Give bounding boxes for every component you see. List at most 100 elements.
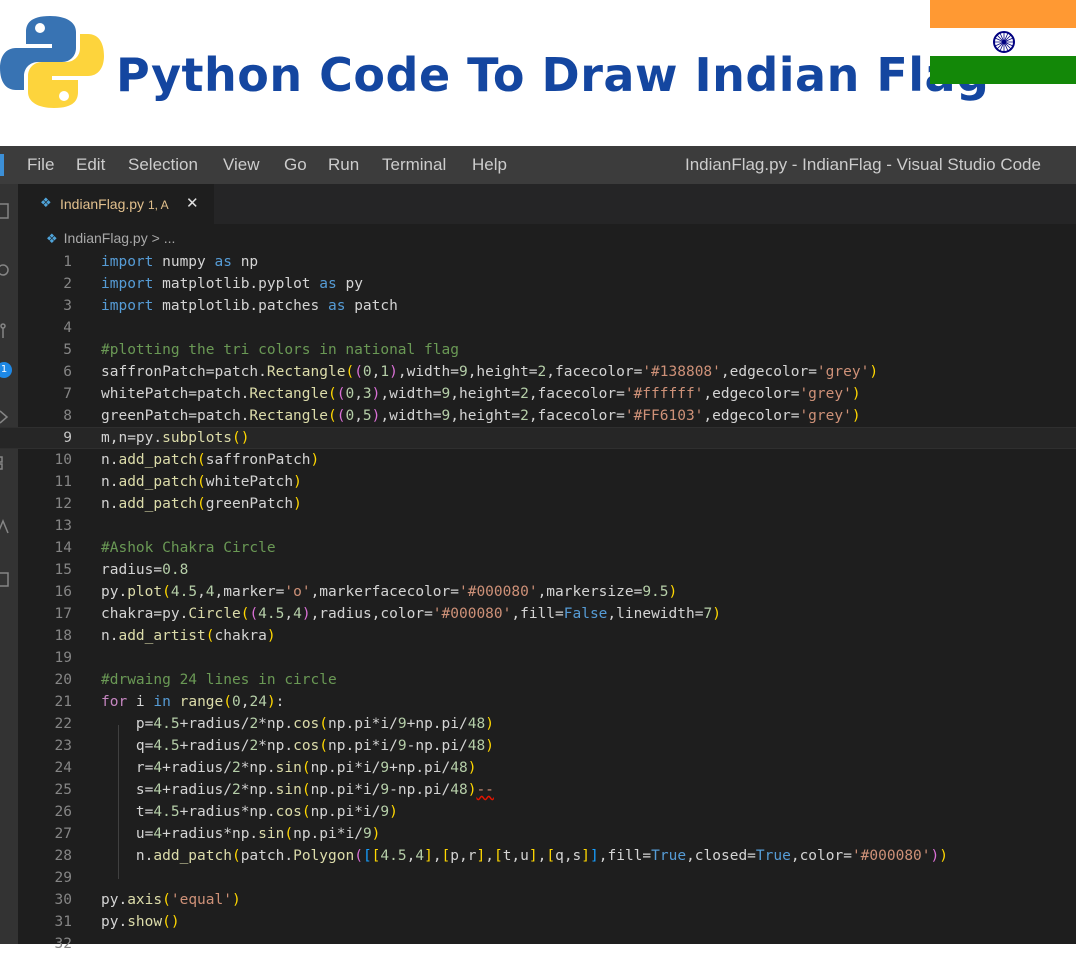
code-text: saffronPatch=patch.Rectangle((0,1),width… [101, 364, 879, 380]
line-number: 15 [54, 562, 72, 578]
code-line[interactable]: 25 s=4+radius/2*np.sin(np.pi*i/9-np.pi/4… [0, 779, 1076, 801]
code-line[interactable]: 15 radius=0.8 [0, 559, 1076, 581]
code-line[interactable]: 7 whitePatch=patch.Rectangle((0,3),width=… [0, 383, 1076, 405]
code-line[interactable]: 10 n.add_patch(saffronPatch) [0, 449, 1076, 471]
line-number: 24 [54, 760, 72, 776]
code-line[interactable]: 6 saffronPatch=patch.Rectangle((0,1),widt… [0, 361, 1076, 383]
code-line[interactable]: 30 py.axis('equal') [0, 889, 1076, 911]
code-text: greenPatch=patch.Rectangle((0,5),width=9… [101, 408, 861, 424]
code-line[interactable]: 28 n.add_patch(patch.Polygon([[4.5,4],[p… [0, 845, 1076, 867]
ashoka-chakra-icon [993, 31, 1015, 53]
line-number: 8 [63, 408, 72, 424]
line-number: 1 [63, 254, 72, 270]
vscode-logo-icon [0, 154, 4, 176]
code-line[interactable]: 13 [0, 515, 1076, 537]
menu-bar: File Edit Selection View Go Run Terminal… [0, 146, 1076, 184]
code-line[interactable]: 12 n.add_patch(greenPatch) [0, 493, 1076, 515]
line-number: 30 [54, 892, 72, 908]
breadcrumb-separator: > [151, 230, 160, 246]
code-text: n.add_patch(saffronPatch) [101, 452, 320, 468]
line-number: 23 [54, 738, 72, 754]
code-text: n.add_artist(chakra) [101, 628, 276, 644]
code-text: import numpy as np [101, 254, 259, 270]
line-number: 14 [54, 540, 72, 556]
code-line[interactable]: 19 [0, 647, 1076, 669]
menu-edit[interactable]: Edit [76, 155, 105, 175]
code-text: py.axis('equal') [101, 892, 241, 908]
menu-file[interactable]: File [27, 155, 54, 175]
code-text: t=4.5+radius*np.cos(np.pi*i/9) [101, 804, 398, 820]
line-number: 19 [54, 650, 72, 666]
code-line[interactable]: 27 u=4+radius*np.sin(np.pi*i/9) [0, 823, 1076, 845]
line-number: 5 [63, 342, 72, 358]
tab-label: IndianFlag.py 1, A [60, 196, 169, 212]
line-number: 6 [63, 364, 72, 380]
code-line[interactable]: 21 for i in range(0,24): [0, 691, 1076, 713]
code-text: #plotting the tri colors in national fla… [101, 342, 459, 358]
line-number: 22 [54, 716, 72, 732]
code-line[interactable]: 26 t=4.5+radius*np.cos(np.pi*i/9) [0, 801, 1076, 823]
window-title: IndianFlag.py - IndianFlag - Visual Stud… [685, 155, 1041, 174]
tab-status: 1, A [147, 198, 169, 212]
code-line[interactable]: 23 q=4.5+radius/2*np.cos(np.pi*i/9-np.pi… [0, 735, 1076, 757]
line-number: 29 [54, 870, 72, 886]
code-line[interactable]: 29 [0, 867, 1076, 889]
code-line[interactable]: 18 n.add_artist(chakra) [0, 625, 1076, 647]
code-line[interactable]: 16 py.plot(4.5,4,marker='o',markerfacecol… [0, 581, 1076, 603]
menu-terminal[interactable]: Terminal [382, 155, 446, 175]
line-number: 25 [54, 782, 72, 798]
line-number: 32 [54, 936, 72, 952]
line-number: 11 [54, 474, 72, 490]
menu-view[interactable]: View [223, 155, 260, 175]
close-icon[interactable]: ✕ [186, 194, 199, 212]
line-number: 31 [54, 914, 72, 930]
code-line[interactable]: 5 #plotting the tri colors in national fl… [0, 339, 1076, 361]
tab-bar: ❖ IndianFlag.py 1, A ✕ [18, 184, 1076, 224]
menu-selection[interactable]: Selection [128, 155, 198, 175]
line-number: 9 [63, 430, 72, 446]
menu-go[interactable]: Go [284, 155, 307, 175]
breadcrumb-file[interactable]: IndianFlag.py [64, 230, 148, 246]
line-number: 10 [54, 452, 72, 468]
code-text: p=4.5+radius/2*np.cos(np.pi*i/9+np.pi/48… [101, 716, 494, 732]
code-text: import matplotlib.patches as patch [101, 298, 398, 314]
code-line[interactable]: 1 import numpy as np [0, 251, 1076, 273]
code-line[interactable]: 31 py.show() [0, 911, 1076, 933]
code-line[interactable]: 2 import matplotlib.pyplot as py [0, 273, 1076, 295]
code-line[interactable]: 9 m,n=py.subplots() [0, 427, 1076, 449]
line-number: 20 [54, 672, 72, 688]
code-line[interactable]: 22 p=4.5+radius/2*np.cos(np.pi*i/9+np.pi… [0, 713, 1076, 735]
code-text: chakra=py.Circle((4.5,4),radius,color='#… [101, 606, 721, 622]
tab-filename: IndianFlag.py [60, 196, 145, 212]
line-number: 18 [54, 628, 72, 644]
python-file-icon: ❖ [46, 231, 58, 246]
code-text: r=4+radius/2*np.sin(np.pi*i/9+np.pi/48) [101, 760, 477, 776]
vscode-window: File Edit Selection View Go Run Terminal… [0, 146, 1076, 952]
indian-flag-image [930, 0, 1076, 84]
flag-white-band [930, 28, 1076, 56]
menu-run[interactable]: Run [328, 155, 359, 175]
page-title: Python Code To Draw Indian Flag [116, 48, 990, 102]
code-line[interactable]: 20 #drwaing 24 lines in circle [0, 669, 1076, 691]
line-number: 4 [63, 320, 72, 336]
flag-saffron-band [930, 0, 1076, 28]
python-logo [0, 16, 104, 108]
banner: Python Code To Draw Indian Flag [0, 0, 1076, 146]
menu-help[interactable]: Help [472, 155, 507, 175]
line-number: 3 [63, 298, 72, 314]
python-file-icon: ❖ [40, 195, 52, 210]
line-number: 16 [54, 584, 72, 600]
code-line[interactable]: 3 import matplotlib.patches as patch [0, 295, 1076, 317]
breadcrumb-more[interactable]: ... [164, 230, 176, 246]
code-line[interactable]: 4 [0, 317, 1076, 339]
code-line[interactable]: 14 #Ashok Chakra Circle [0, 537, 1076, 559]
explorer-icon[interactable] [0, 202, 12, 220]
tab-indianflag-py[interactable]: ❖ IndianFlag.py 1, A ✕ [18, 184, 214, 224]
code-line[interactable]: 32 [0, 933, 1076, 955]
code-line[interactable]: 8 greenPatch=patch.Rectangle((0,5),width=… [0, 405, 1076, 427]
code-line[interactable]: 24 r=4+radius/2*np.sin(np.pi*i/9+np.pi/4… [0, 757, 1076, 779]
code-line[interactable]: 17 chakra=py.Circle((4.5,4),radius,color=… [0, 603, 1076, 625]
code-text: n.add_patch(patch.Polygon([[4.5,4],[p,r]… [101, 848, 948, 864]
code-line[interactable]: 11 n.add_patch(whitePatch) [0, 471, 1076, 493]
line-number: 28 [54, 848, 72, 864]
